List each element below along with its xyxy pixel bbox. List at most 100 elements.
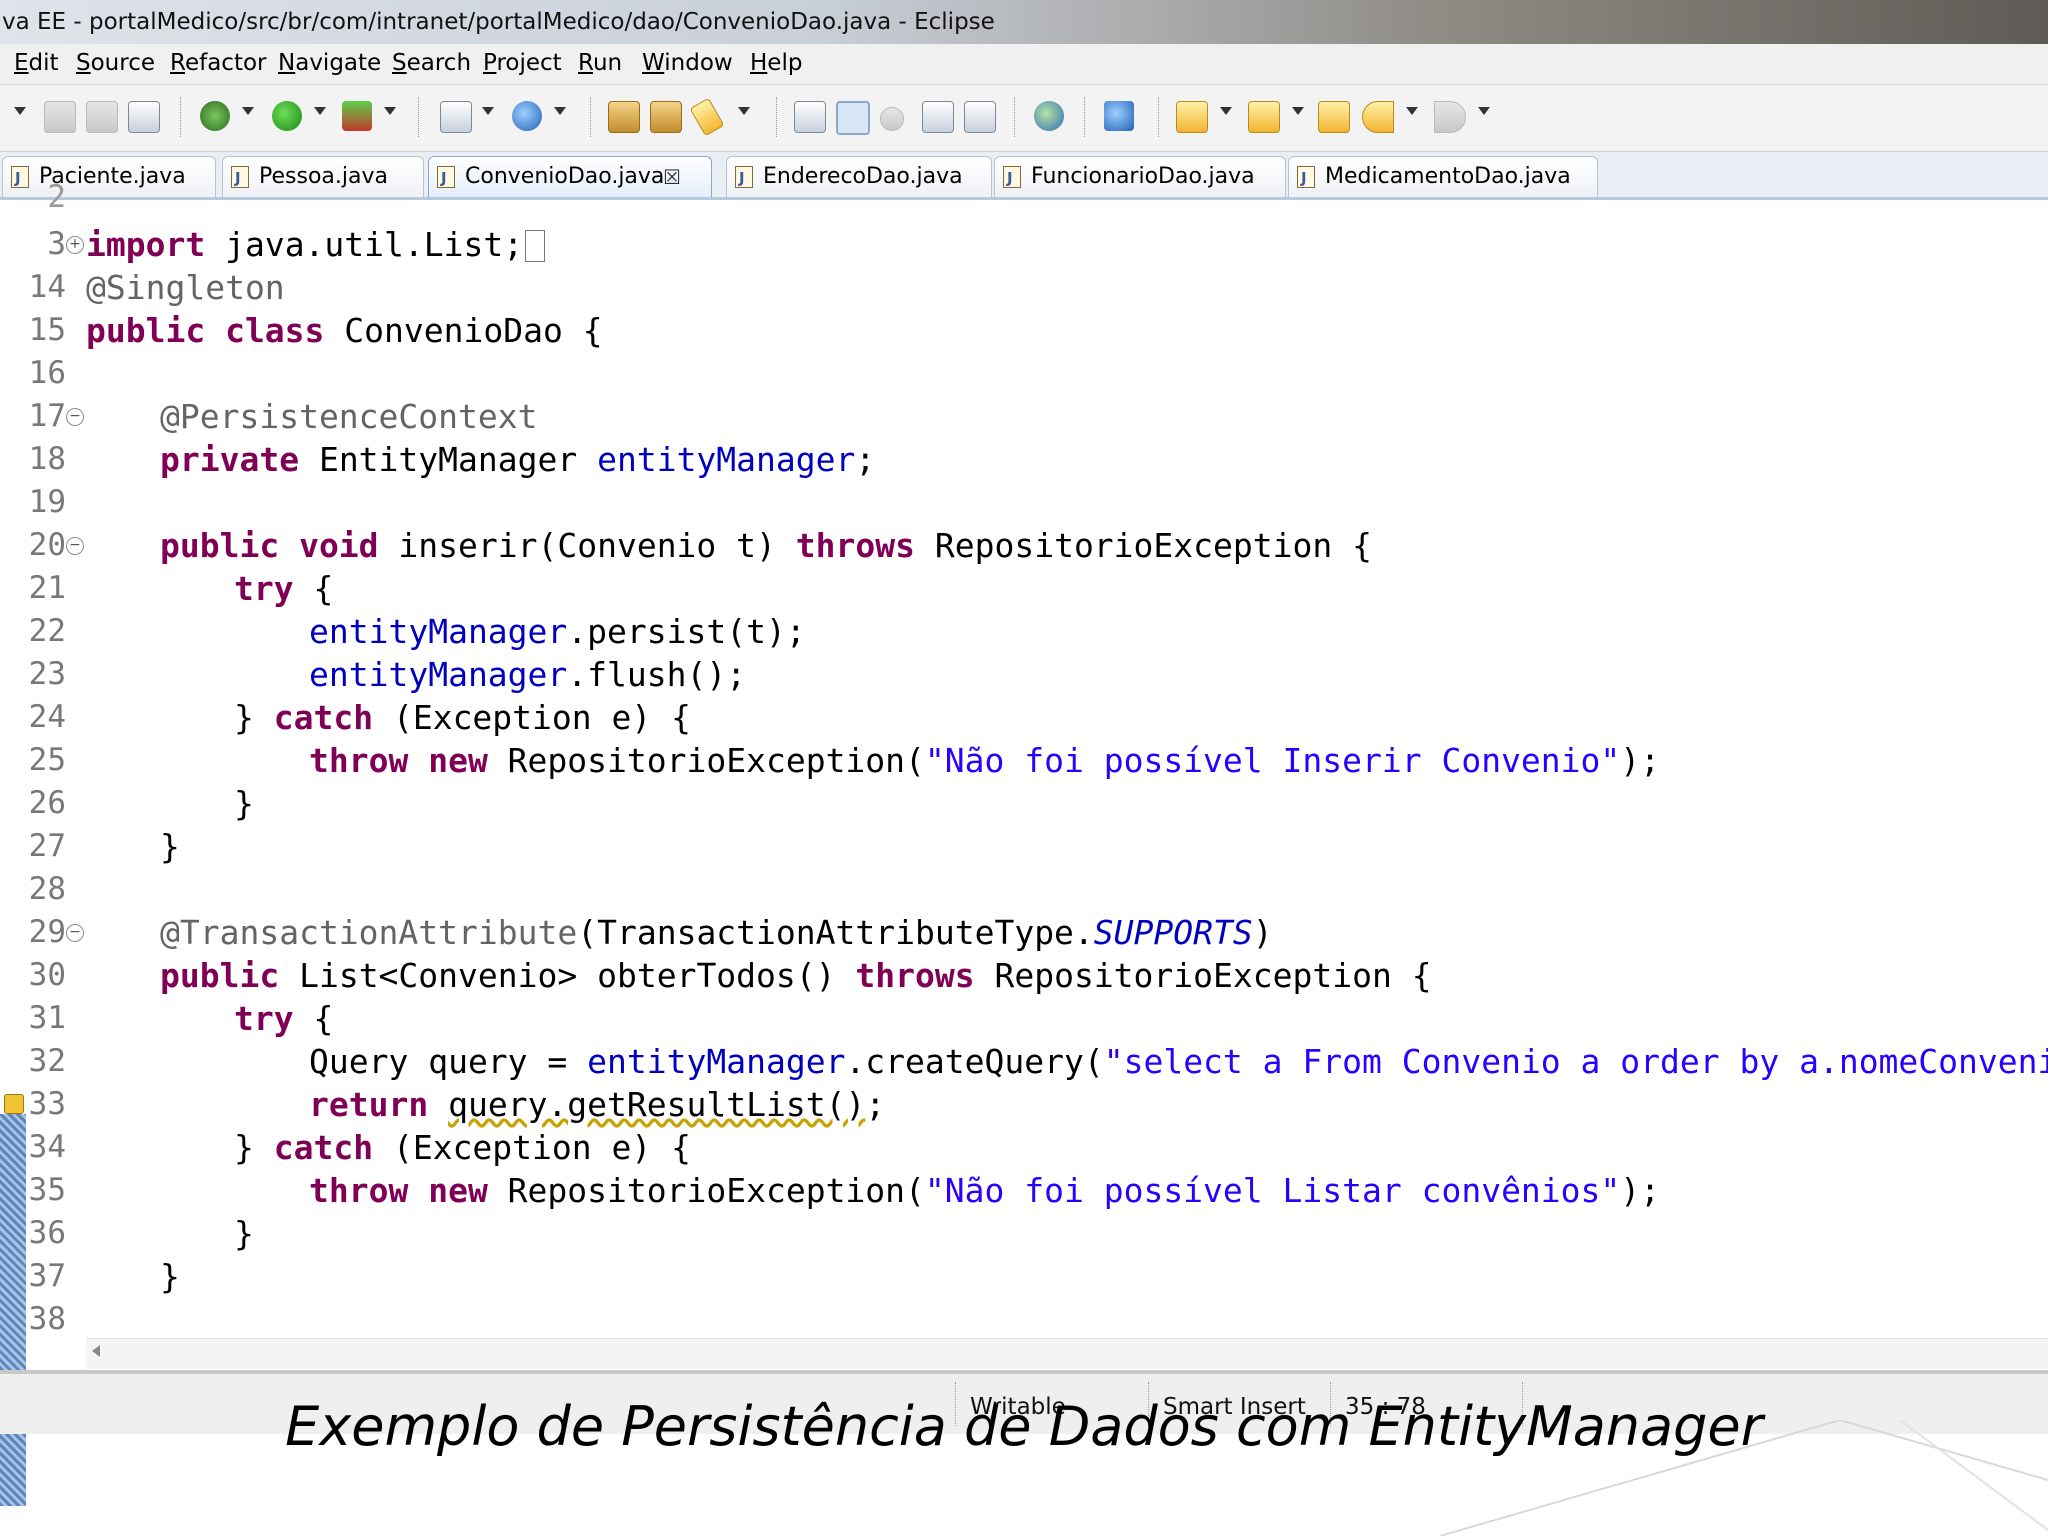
back-icon[interactable] <box>1362 101 1394 133</box>
code-line-30: public List<Convenio> obterTodos() throw… <box>160 954 1432 997</box>
menu-window[interactable]: Window <box>642 50 733 76</box>
line-number: 15 <box>28 312 66 348</box>
open-folder-icon[interactable] <box>650 101 682 133</box>
show-whitespace-chars-icon[interactable] <box>964 101 996 133</box>
previous-annotation-icon[interactable] <box>1248 101 1280 133</box>
menu-help[interactable]: Help <box>750 50 802 76</box>
line-number: 23 <box>28 656 66 692</box>
globe-icon[interactable] <box>1034 101 1064 131</box>
external-tools-icon[interactable] <box>342 101 372 131</box>
forward-icon[interactable] <box>1434 101 1466 133</box>
keyword: public class <box>86 311 325 350</box>
menu-edit[interactable]: Edit <box>14 50 59 76</box>
scroll-left-icon[interactable] <box>92 1345 100 1357</box>
collapse-fold-icon[interactable]: − <box>66 537 84 555</box>
run-icon[interactable] <box>272 101 302 131</box>
menu-project[interactable]: Project <box>483 50 562 76</box>
menu-refactor[interactable]: Refactor <box>170 50 267 76</box>
code-text: RepositorioException { <box>915 526 1372 565</box>
dropdown-arrow-icon[interactable] <box>14 107 26 115</box>
keyword: throws <box>855 956 975 995</box>
line-number: 28 <box>28 871 66 907</box>
field-name: entityManager <box>309 612 568 651</box>
code-line-17: @PersistenceContext <box>160 397 538 436</box>
new-java-project-icon[interactable] <box>440 101 472 133</box>
code-text: List<Convenio> obterTodos() <box>279 956 856 995</box>
close-tab-icon[interactable]: ☒ <box>663 157 681 197</box>
string-literal: "Não foi possível Listar convênios" <box>924 1171 1621 1210</box>
code-line-20: public void inserir(Convenio t) throws R… <box>160 524 1372 567</box>
code-text: inserir(Convenio t) <box>378 526 796 565</box>
code-line-15: public class ConvenioDao { <box>86 309 603 352</box>
show-whitespace-icon[interactable] <box>922 101 954 133</box>
next-annotation-dropdown-icon[interactable] <box>1220 107 1232 115</box>
warning-icon[interactable] <box>4 1094 24 1114</box>
previous-annotation-dropdown-icon[interactable] <box>1292 107 1304 115</box>
print-icon[interactable] <box>128 101 160 133</box>
code-line-24: } catch (Exception e) { <box>234 696 691 739</box>
menu-search[interactable]: Search <box>392 50 471 76</box>
tab-label: EnderecoDao.java <box>763 164 963 189</box>
back-dropdown-icon[interactable] <box>1406 107 1418 115</box>
code-text: (TransactionAttributeType. <box>577 913 1094 952</box>
toolbar-separator <box>180 97 182 137</box>
line-number: 18 <box>28 441 66 477</box>
tab-conveniodao-java[interactable]: ConvenioDao.java ☒ <box>428 156 712 198</box>
search-icon[interactable] <box>689 97 725 137</box>
code-text: .persist(t); <box>567 612 806 651</box>
java-file-icon <box>1003 158 1021 198</box>
toggle-block-selection-icon[interactable] <box>880 107 904 131</box>
new-class-icon[interactable] <box>512 101 542 131</box>
code-line-29: @TransactionAttribute(TransactionAttribu… <box>160 911 1273 954</box>
code-line-14: @Singleton <box>86 268 285 307</box>
forward-dropdown-icon[interactable] <box>1478 107 1490 115</box>
horizontal-scrollbar[interactable] <box>86 1338 2048 1369</box>
toggle-breadcrumb-icon[interactable] <box>794 101 826 133</box>
code-editor[interactable]: 2 3 14 15 16 17 18 19 20 21 22 23 24 25 … <box>0 179 2048 1506</box>
toolbar-separator <box>1158 97 1160 137</box>
external-tools-dropdown-icon[interactable] <box>384 107 396 115</box>
run-dropdown-icon[interactable] <box>314 107 326 115</box>
decorative-lines <box>1440 1420 2048 1536</box>
main-toolbar <box>0 85 2048 152</box>
toolbar-separator <box>776 97 778 137</box>
expand-fold-icon[interactable]: + <box>66 236 84 254</box>
window-title: va EE - portalMedico/src/br/com/intranet… <box>0 0 2048 44</box>
code-line-18: private EntityManager entityManager; <box>160 438 875 481</box>
code-text: RepositorioException( <box>487 741 925 780</box>
debug-dropdown-icon[interactable] <box>242 107 254 115</box>
new-dropdown-icon[interactable] <box>482 107 494 115</box>
open-task-icon[interactable] <box>1104 101 1134 131</box>
search-dropdown-icon[interactable] <box>738 107 750 115</box>
code-line-37: } <box>160 1257 180 1296</box>
mark-occurrences-icon[interactable] <box>836 101 870 135</box>
new-class-dropdown-icon[interactable] <box>554 107 566 115</box>
code-line-21: try { <box>234 567 333 610</box>
tab-label: FuncionarioDao.java <box>1031 164 1255 189</box>
save-all-icon[interactable] <box>86 101 118 133</box>
toolbar-separator <box>418 97 420 137</box>
line-number: 24 <box>28 699 66 735</box>
warning-squiggle-text: query.getResultList() <box>448 1085 866 1124</box>
collapse-fold-icon[interactable]: − <box>66 408 84 426</box>
tab-pessoa-java[interactable]: Pessoa.java <box>222 156 424 198</box>
menu-source[interactable]: Source <box>76 50 155 76</box>
save-icon[interactable] <box>44 101 76 133</box>
folded-imports-icon[interactable] <box>525 230 546 262</box>
decorative-line <box>1899 1420 2048 1531</box>
menu-navigate[interactable]: Navigate <box>278 50 381 76</box>
string-literal: "Não foi possível Inserir Convenio" <box>924 741 1621 780</box>
last-edit-location-icon[interactable] <box>1318 101 1350 133</box>
open-type-icon[interactable] <box>608 101 640 133</box>
line-number: 35 <box>28 1172 66 1208</box>
next-annotation-icon[interactable] <box>1176 101 1208 133</box>
collapse-fold-icon[interactable]: − <box>66 924 84 942</box>
tab-enderecodao-java[interactable]: EnderecoDao.java <box>726 156 992 198</box>
tab-funcionariodao-java[interactable]: FuncionarioDao.java <box>994 156 1286 198</box>
code-text: .flush(); <box>567 655 747 694</box>
menu-run[interactable]: Run <box>578 50 622 76</box>
line-number: 25 <box>28 742 66 778</box>
keyword: throw new <box>309 741 488 780</box>
tab-medicamentodao-java[interactable]: MedicamentoDao.java <box>1288 156 1598 198</box>
debug-icon[interactable] <box>200 101 230 131</box>
